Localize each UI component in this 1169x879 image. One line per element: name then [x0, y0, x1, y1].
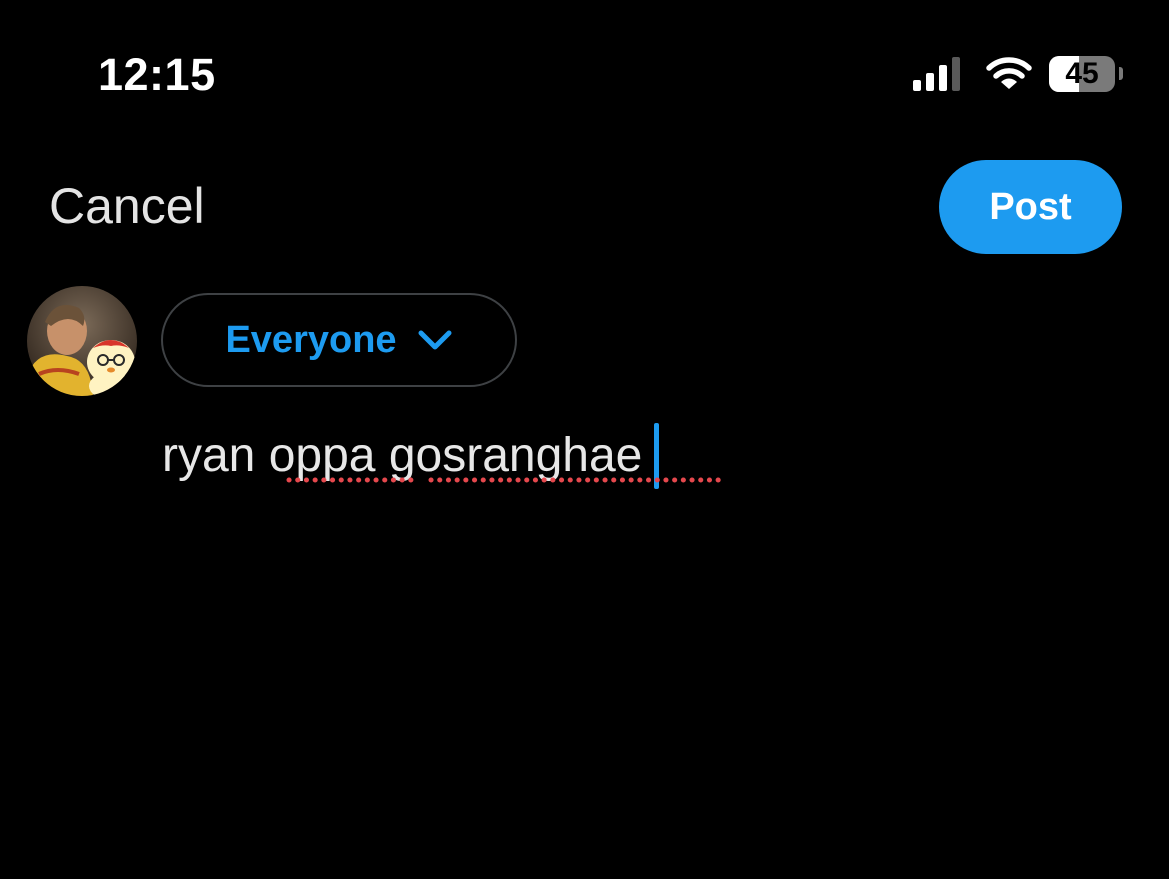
spellcheck-underline-oppa [286, 477, 416, 483]
compose-text-field[interactable]: ryan oppa gosranghae [162, 420, 1122, 520]
avatar[interactable] [27, 286, 137, 396]
cancel-button[interactable]: Cancel [49, 176, 205, 236]
battery-icon: 45 [1049, 55, 1123, 93]
status-time: 12:15 [98, 49, 216, 100]
avatar-image [27, 286, 137, 396]
spellcheck-underline-gosranghae [428, 477, 726, 483]
wifi-icon [986, 57, 1032, 89]
chevron-down-icon [418, 330, 452, 350]
audience-selector[interactable]: Everyone [161, 293, 517, 387]
battery-percent: 45 [1065, 57, 1099, 90]
audience-label: Everyone [225, 319, 397, 361]
signal-icon [913, 57, 960, 91]
status-icons: 45 [913, 54, 1123, 94]
post-button[interactable]: Post [939, 160, 1122, 254]
battery-cap [1119, 67, 1123, 80]
